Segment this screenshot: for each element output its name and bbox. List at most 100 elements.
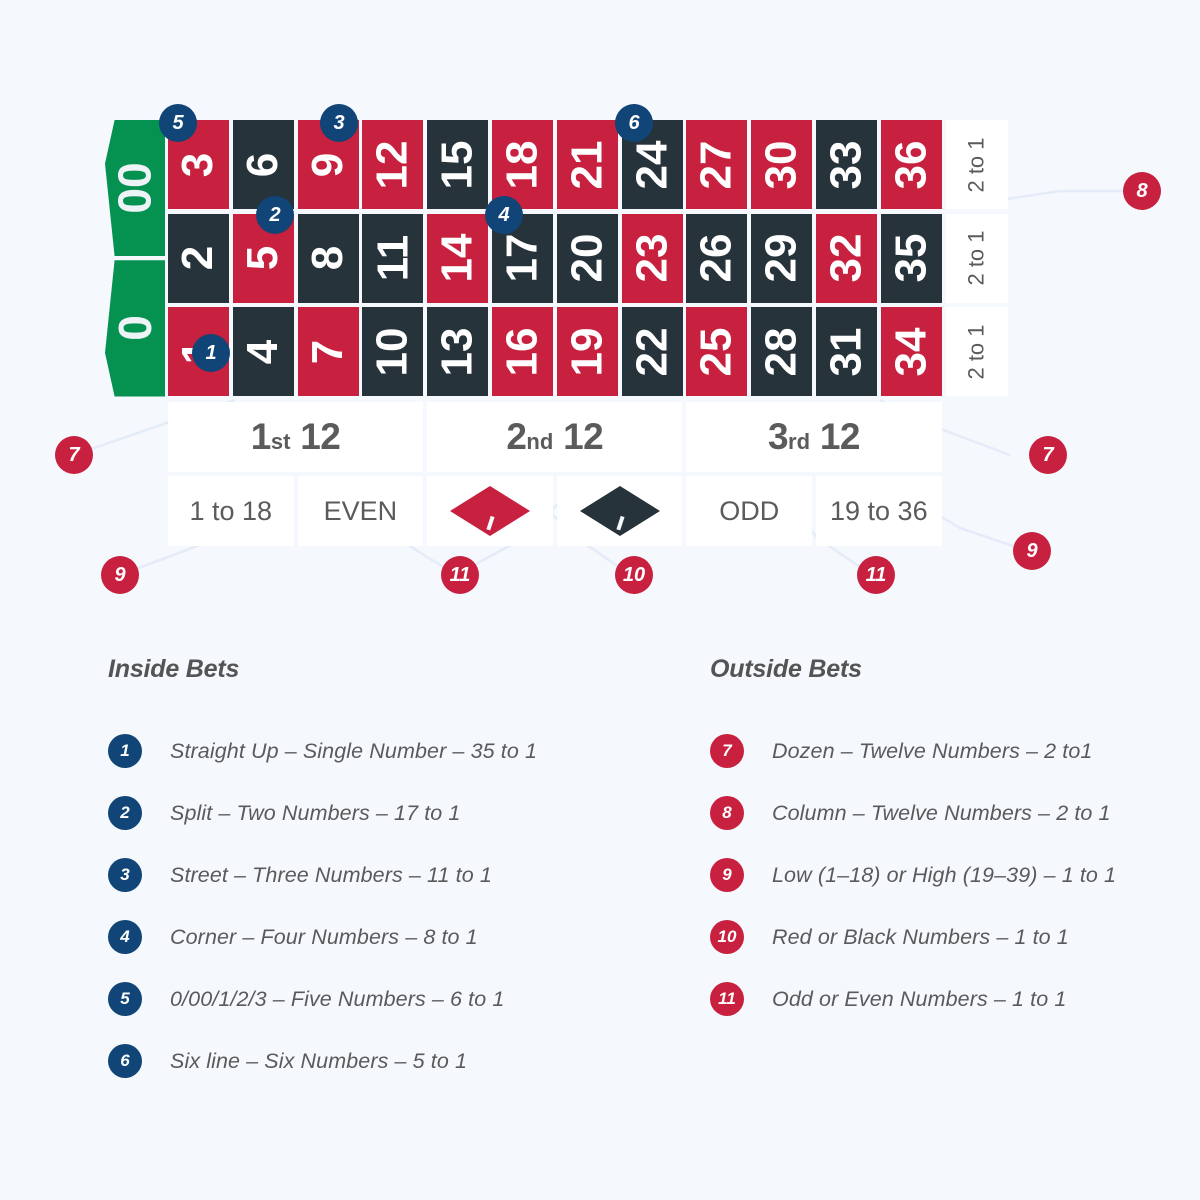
- cell-label: 36: [886, 140, 936, 189]
- cell-number-6[interactable]: 6: [232, 120, 294, 209]
- cell-number-12[interactable]: 12: [362, 120, 424, 209]
- cell-number-21[interactable]: 21: [556, 120, 618, 209]
- cell-label: 8: [303, 245, 353, 271]
- cell-number-22[interactable]: 22: [621, 307, 683, 396]
- cell-number-14[interactable]: 14: [427, 213, 489, 303]
- inside-legend-item: 4 Corner – Four Numbers – 8 to 1: [108, 906, 537, 968]
- cell-label: 28: [756, 327, 806, 376]
- cell-number-16[interactable]: 16: [492, 307, 553, 396]
- inside-legend-text: Corner – Four Numbers – 8 to 1: [170, 924, 478, 949]
- outside-bet-odd[interactable]: ODD: [686, 476, 812, 546]
- outside-bet-red-diamond[interactable]: [427, 476, 553, 546]
- cell-number-26[interactable]: 26: [686, 213, 748, 303]
- cell-label: 26: [691, 233, 741, 283]
- cell-00[interactable]: 00: [105, 120, 165, 257]
- dozen-bet-label: 1st 12: [250, 416, 341, 457]
- cell-label: 0: [109, 315, 161, 342]
- cell-label: 00: [108, 162, 161, 214]
- cell-number-23[interactable]: 23: [621, 213, 683, 303]
- inside-legend-badge-2: 2: [108, 796, 142, 830]
- dozen-bet-label: 3rd 12: [767, 416, 861, 457]
- board-marker-9b[interactable]: 9: [1013, 532, 1051, 570]
- inside-legend-item: 6 Six line – Six Numbers – 5 to 1: [108, 1030, 537, 1092]
- cell-number-31[interactable]: 31: [816, 307, 877, 396]
- column-bet-label: 2 to 1: [963, 323, 989, 380]
- outside-legend-text: Column – Twelve Numbers – 2 to 1: [772, 800, 1111, 825]
- outside-legend-badge-9: 9: [710, 858, 744, 892]
- inside-legend-badge-5: 5: [108, 982, 142, 1016]
- board-marker-5[interactable]: 5: [159, 104, 197, 142]
- outside-bet-19-to-36[interactable]: 19 to 36: [816, 476, 942, 546]
- cell-label: 14: [432, 233, 482, 283]
- outside-legend-item: 10 Red or Black Numbers – 1 to 1: [710, 906, 1116, 968]
- cell-label: 30: [756, 140, 806, 189]
- board-marker-6[interactable]: 6: [615, 104, 653, 142]
- inside-legend-badge-4: 4: [108, 920, 142, 954]
- cell-number-10[interactable]: 10: [362, 307, 424, 396]
- cell-number-27[interactable]: 27: [686, 120, 748, 209]
- cell-number-7[interactable]: 7: [297, 307, 359, 396]
- cell-label: 20: [562, 233, 612, 283]
- board-marker-2[interactable]: 2: [256, 196, 294, 234]
- board-marker-10[interactable]: 10: [615, 556, 653, 594]
- cell-number-2[interactable]: 2: [168, 213, 229, 303]
- outside-bet-1-to-18[interactable]: 1 to 18: [168, 476, 294, 546]
- board-marker-4[interactable]: 4: [485, 196, 523, 234]
- cell-number-8[interactable]: 8: [297, 213, 359, 303]
- outside-legend-item: 7 Dozen – Twelve Numbers – 2 to1: [710, 720, 1116, 782]
- cell-label: 24: [627, 140, 677, 189]
- board-marker-8[interactable]: 8: [1123, 172, 1161, 210]
- cell-label: 2: [173, 245, 223, 271]
- column-bet-1[interactable]: 2 to 1: [945, 120, 1008, 209]
- outside-legend-badge-7: 7: [710, 734, 744, 768]
- cell-number-35[interactable]: 35: [880, 213, 942, 303]
- cell-number-11[interactable]: 11: [362, 213, 424, 303]
- outside-bet-black-diamond[interactable]: [556, 476, 683, 546]
- outside-bet-label: ODD: [719, 495, 780, 526]
- board-marker-9[interactable]: 9: [101, 556, 139, 594]
- cell-label: 7: [303, 339, 353, 364]
- outside-legend-text: Dozen – Twelve Numbers – 2 to1: [772, 738, 1093, 763]
- cell-number-4[interactable]: 4: [232, 307, 294, 396]
- column-bet-3[interactable]: 2 to 1: [945, 307, 1008, 396]
- dozen-bet-1[interactable]: 1st 12: [168, 402, 424, 472]
- cell-number-30[interactable]: 30: [751, 120, 813, 209]
- cell-number-34[interactable]: 34: [880, 307, 942, 396]
- cell-number-33[interactable]: 33: [816, 120, 877, 209]
- inside-legend-badge-6: 6: [108, 1044, 142, 1078]
- inside-legend-item: 1 Straight Up – Single Number – 35 to 1: [108, 720, 537, 782]
- outside-legend-text: Odd or Even Numbers – 1 to 1: [772, 986, 1067, 1011]
- board-marker-1[interactable]: 1: [192, 334, 230, 372]
- dozen-bet-2[interactable]: 2nd 12: [427, 402, 683, 472]
- column-bet-2[interactable]: 2 to 1: [945, 213, 1008, 303]
- outside-bet-even[interactable]: EVEN: [297, 476, 424, 546]
- cell-label: 10: [367, 327, 417, 376]
- cell-number-36[interactable]: 36: [880, 120, 942, 209]
- board-marker-7b[interactable]: 7: [1029, 436, 1067, 474]
- outside-bet-label: EVEN: [323, 495, 398, 526]
- cell-label: 15: [432, 140, 482, 189]
- red-diamond-icon: [447, 483, 533, 539]
- inside-legend-text: 0/00/1/2/3 – Five Numbers – 6 to 1: [170, 986, 505, 1011]
- board-marker-11[interactable]: 11: [441, 556, 479, 594]
- cell-number-32[interactable]: 32: [816, 213, 877, 303]
- cell-0[interactable]: 0: [105, 260, 165, 397]
- cell-number-19[interactable]: 19: [556, 307, 618, 396]
- board-marker-3[interactable]: 3: [320, 104, 358, 142]
- board-marker-7[interactable]: 7: [55, 436, 93, 474]
- cell-number-15[interactable]: 15: [427, 120, 489, 209]
- roulette-table-layout[interactable]: 00 0 3 6 9 12 15 18 21 24 27 30 33 36 2 5 8 11 14 17 20 23 26 2…: [0, 0, 1200, 620]
- board-marker-11b[interactable]: 11: [857, 556, 895, 594]
- cell-number-20[interactable]: 20: [556, 213, 618, 303]
- dozen-bet-3[interactable]: 3rd 12: [686, 402, 942, 472]
- outside-legend-item: 8 Column – Twelve Numbers – 2 to 1: [710, 782, 1116, 844]
- cell-label: 27: [691, 140, 741, 189]
- cell-number-25[interactable]: 25: [686, 307, 748, 396]
- cell-label: 35: [886, 233, 936, 283]
- cell-number-13[interactable]: 13: [427, 307, 489, 396]
- cell-number-29[interactable]: 29: [751, 213, 813, 303]
- cell-label: 3: [173, 152, 223, 177]
- roulette-infographic: 00 0 3 6 9 12 15 18 21 24 27 30 33 36 2 5 8 11 14 17 20 23 26 2…: [0, 0, 1200, 1200]
- cell-label: 33: [821, 140, 871, 189]
- cell-number-28[interactable]: 28: [751, 307, 813, 396]
